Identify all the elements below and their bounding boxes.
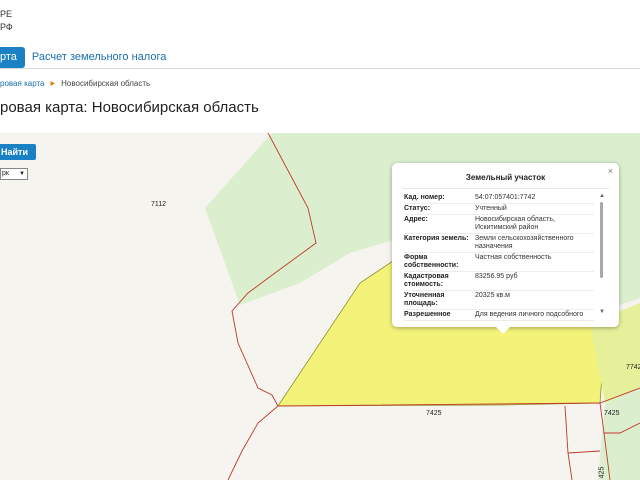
page-title: ровая карта: Новосибирская область xyxy=(0,99,259,116)
logo-line2: РФ xyxy=(0,22,13,32)
property-row: Форма собственности: Частная собственнос… xyxy=(404,253,594,272)
property-key: Адрес: xyxy=(404,216,428,223)
scroll-up-icon[interactable]: ▲ xyxy=(599,193,605,199)
property-value: 83256.95 руб xyxy=(475,273,518,280)
property-row: Кад. номер: 54:07:057401:7742 xyxy=(404,193,594,204)
parcel-properties: Кад. номер: 54:07:057401:7742 Статус: Уч… xyxy=(404,193,594,321)
property-key: Категория земель: xyxy=(404,235,469,242)
property-row: Кадастровая стоимость: 83256.95 руб xyxy=(404,272,594,291)
parcel-label: 7112 xyxy=(151,201,167,208)
chevron-down-icon: ▼ xyxy=(19,171,25,177)
close-icon[interactable]: × xyxy=(608,166,613,176)
property-value: 20325 кв.м xyxy=(475,292,510,299)
breadcrumb-current: Новосибирская область xyxy=(61,79,151,88)
property-row: Статус: Учтенный xyxy=(404,204,594,215)
find-button[interactable]: Найти xyxy=(0,144,36,160)
property-key: Кадастровая стоимость: xyxy=(404,273,449,288)
parcel-label: 425 xyxy=(598,466,606,479)
property-value: Новосибирская область, Искитимский район xyxy=(475,216,555,231)
parcel-label: 7742 xyxy=(626,364,640,371)
breadcrumb-arrow-icon: ▶ xyxy=(50,81,56,87)
property-row: Адрес: Новосибирская область, Искитимски… xyxy=(404,215,594,234)
logo[interactable]: РЕ РФ xyxy=(0,8,40,34)
property-key: Кад. номер: xyxy=(404,194,445,201)
property-key: Статус: xyxy=(404,205,430,212)
property-key: Уточненная площадь: xyxy=(404,292,445,307)
property-row: Категория земель: Земли сельскохозяйстве… xyxy=(404,234,594,253)
property-value: Для ведения личного подсобного xyxy=(475,311,584,318)
property-value: 54:07:057401:7742 xyxy=(475,194,536,201)
logo-line1: РЕ xyxy=(0,9,13,19)
breadcrumb-link-map[interactable]: ровая карта xyxy=(0,79,44,88)
property-row: Уточненная площадь: 20325 кв.м xyxy=(404,291,594,310)
scroll-down-icon[interactable]: ▼ xyxy=(599,309,605,315)
layer-select[interactable]: рк ▼ xyxy=(0,168,28,180)
property-key: Разрешенное xyxy=(404,311,451,318)
property-value: Учтенный xyxy=(475,205,507,212)
popup-scrollbar[interactable]: ▲ ▼ xyxy=(599,193,605,320)
main-tabs: рта Расчет земельного налога xyxy=(0,47,173,68)
parcel-label: 7425 xyxy=(426,410,442,417)
property-value: Земли сельскохозяйственного назначения xyxy=(475,235,574,250)
tab-land-tax[interactable]: Расчет земельного налога xyxy=(25,47,173,68)
scroll-thumb[interactable] xyxy=(600,202,603,278)
tab-map[interactable]: рта xyxy=(0,47,25,68)
property-key: Форма собственности: xyxy=(404,254,459,269)
layer-select-value: рк xyxy=(2,170,9,177)
property-row: Разрешенное Для ведения личного подсобно… xyxy=(404,310,594,321)
popup-title: Земельный участок xyxy=(465,173,546,182)
property-value: Частная собственность xyxy=(475,254,552,261)
tabs-divider xyxy=(0,68,640,69)
popup-divider xyxy=(402,188,609,189)
parcel-label: 7425 xyxy=(604,410,620,417)
breadcrumb: ровая карта ▶ Новосибирская область xyxy=(0,79,150,88)
parcel-info-popup: Земельный участок × Кад. номер: 54:07:05… xyxy=(392,163,619,334)
